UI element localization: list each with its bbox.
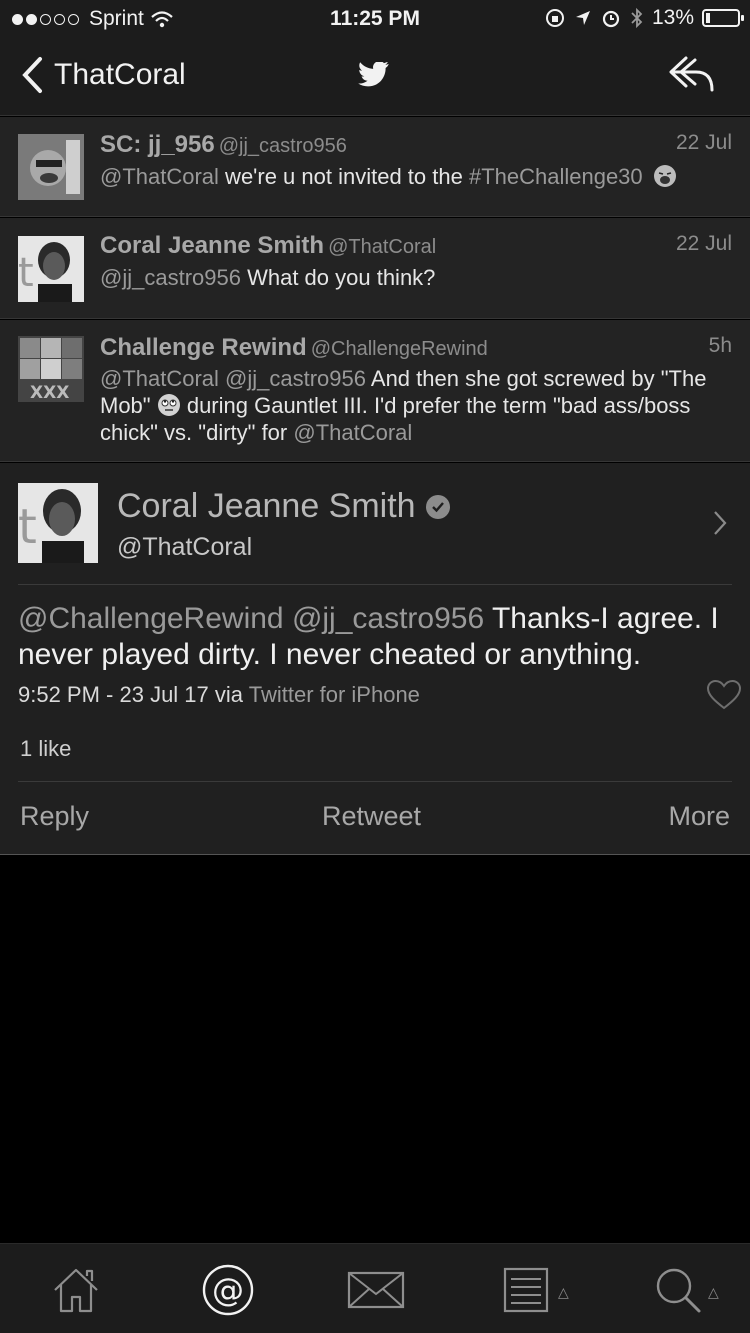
more-button[interactable]: More [668,801,730,832]
avatar-image [18,134,84,200]
battery-level [706,13,710,23]
triangle-indicator-icon: △ [708,1284,719,1300]
tweet-mention[interactable]: @ThatCoral [100,164,219,189]
tab-messages[interactable] [346,1262,406,1318]
tweet-text: @ThatCoral we're u not invited to the #T… [100,163,710,190]
bluetooth-icon [631,7,643,29]
tweet-header: SC: jj_956 @jj_castro956 22 Jul [100,131,732,159]
avatar[interactable]: XXX [18,336,84,402]
tweet-author-name: SC: jj_956 [100,131,215,158]
tab-bar: @ △ △ [0,1243,750,1333]
tab-mentions[interactable]: @ [198,1262,258,1318]
heart-icon[interactable] [706,679,742,711]
tweet-time: 22 Jul [675,232,732,255]
detail-author-handle: @ThatCoral [117,533,253,561]
reply-icon[interactable] [668,54,716,94]
tweet-source-link[interactable]: Twitter for iPhone [249,682,420,707]
tweet-author-handle: @ThatCoral [328,236,437,258]
svg-text:t: t [18,250,34,296]
tab-lists[interactable] [496,1262,556,1318]
tweet-hashtag[interactable]: #TheChallenge30 [469,164,643,189]
lists-icon [503,1267,549,1313]
tweet-row[interactable]: t Coral Jeanne Smith @ThatCoral 22 Jul @j… [0,218,750,319]
battery-icon [702,9,744,27]
tweet-mention[interactable]: @ThatCoral [293,420,412,445]
mentions-icon: @ [202,1264,254,1316]
status-right: 13% [544,6,744,30]
avatar[interactable]: t [18,483,98,563]
tweet-header: Challenge Rewind @ChallengeRewind 5h [100,334,732,362]
tweet-actions: Reply Retweet More [0,781,750,855]
messages-icon [347,1271,405,1309]
eye-roll-emoji-icon [157,394,180,416]
status-bar: Sprint 11:25 PM 13% [0,0,750,38]
navigation-bar: ThatCoral [0,38,750,116]
back-chevron-icon [22,57,42,93]
tweet-time: 5h [708,334,732,357]
retweet-button[interactable]: Retweet [322,801,421,832]
triangle-indicator-icon: △ [558,1284,569,1300]
tweet-mention[interactable]: @ChallengeRewind @jj_castro956 [18,602,484,635]
reply-button[interactable]: Reply [20,801,89,832]
tweet-text: @ThatCoral @jj_castro956 And then she go… [100,366,707,445]
tweet-author-handle: @jj_castro956 [218,135,347,157]
tweet-author-handle: @ChallengeRewind [310,338,488,360]
orientation-lock-icon [545,9,564,27]
twitter-bird-icon [358,62,389,87]
svg-text:XXX: XXX [30,383,69,402]
tweet-row[interactable]: XXX Challenge Rewind @ChallengeRewind 5h … [0,320,750,462]
tab-home[interactable] [46,1262,106,1318]
detail-author-name[interactable]: Coral Jeanne Smith [117,487,450,526]
chevron-right-icon[interactable] [712,509,728,537]
svg-text:t: t [18,499,37,555]
back-button[interactable]: ThatCoral [20,56,186,94]
tweet-time: 22 Jul [675,131,732,154]
tweet-detail: t Coral Jeanne Smith @ThatCoral @Challen… [0,463,750,855]
tweet-mention[interactable]: @jj_castro956 [100,265,241,290]
verified-badge-icon [425,494,450,519]
search-icon [656,1268,701,1313]
weary-face-emoji-icon [653,165,676,187]
avatar[interactable]: t [18,236,84,302]
tweet-row[interactable]: SC: jj_956 @jj_castro956 22 Jul @ThatCora… [0,117,750,217]
tweet-header: Coral Jeanne Smith @ThatCoral 22 Jul [100,232,732,260]
tweet-mention[interactable]: @ThatCoral @jj_castro956 [100,366,366,391]
detail-tweet-text: @ChallengeRewind @jj_castro956 Thanks-I … [18,602,719,671]
tweet-author-name: Challenge Rewind [100,334,307,361]
divider [18,584,732,585]
tweet-text: @jj_castro956 What do you think? [100,265,436,290]
home-icon [54,1268,98,1313]
avatar-image: t [18,236,84,302]
tab-search[interactable] [648,1262,708,1318]
like-count[interactable]: 1 like [20,736,71,762]
battery-percent: 13% [651,6,694,29]
back-label: ThatCoral [54,58,186,91]
avatar[interactable] [18,134,84,200]
alarm-icon [602,10,620,28]
svg-text:@: @ [212,1271,244,1309]
avatar-image: t [18,483,98,563]
tweet-author-name: Coral Jeanne Smith [100,232,325,259]
avatar-image: XXX [18,336,84,402]
tweet-timestamp: 9:52 PM - 23 Jul 17 via Twitter for iPho… [18,682,420,707]
location-arrow-icon [575,11,590,25]
